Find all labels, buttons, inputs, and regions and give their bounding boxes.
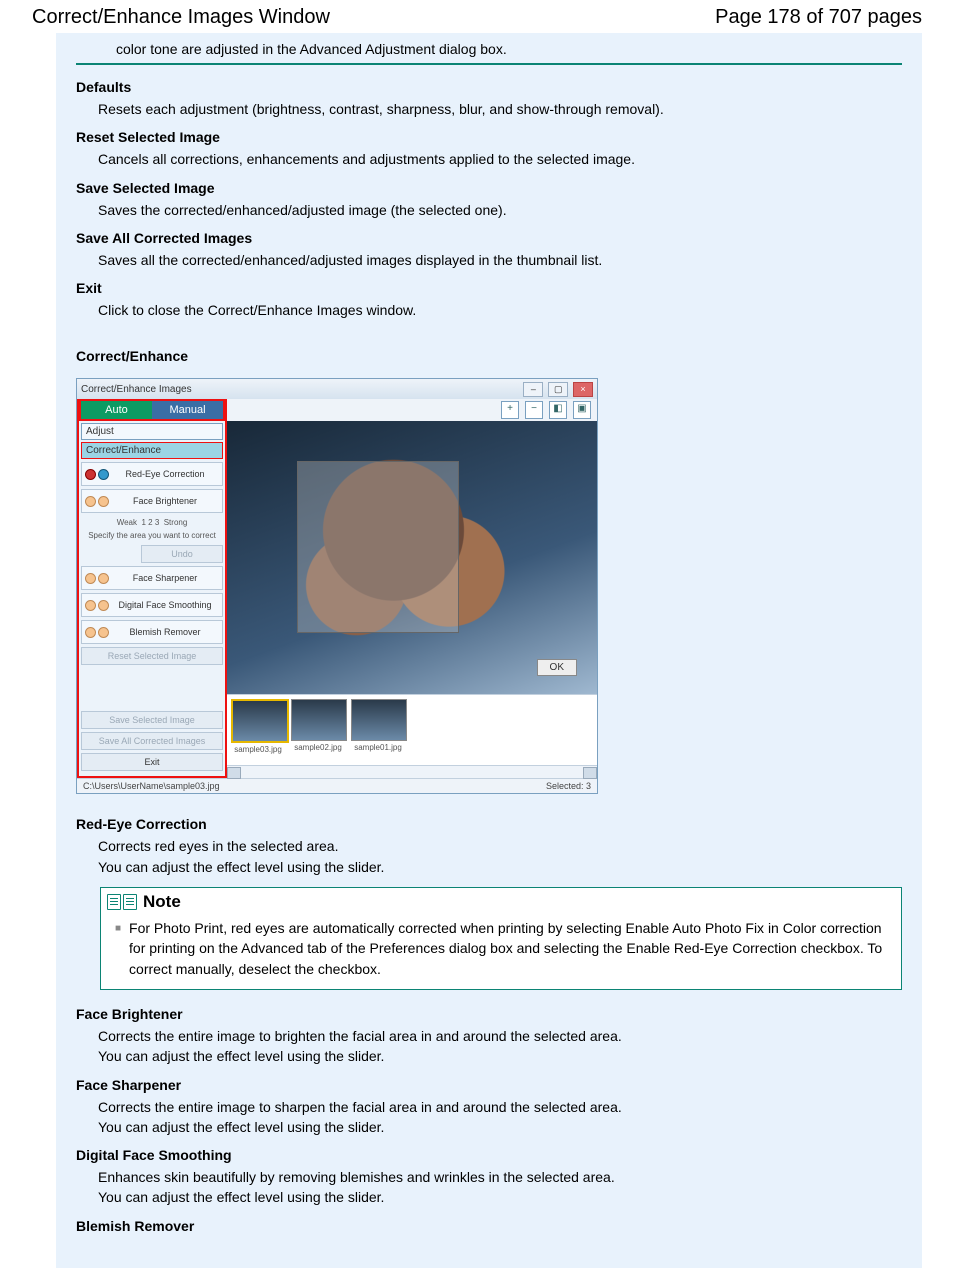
tool-blemish-remover[interactable]: Blemish Remover — [81, 620, 223, 644]
tool-red-eye-label: Red-Eye Correction — [111, 469, 219, 479]
effect-slider[interactable]: Weak 1 2 3 Strong — [81, 516, 223, 529]
subtab-correct-enhance[interactable]: Correct/Enhance — [81, 442, 223, 459]
tool-red-eye[interactable]: Red-Eye Correction — [81, 462, 223, 486]
status-selected-count: Selected: 3 — [546, 781, 591, 791]
page-title: Correct/Enhance Images Window — [32, 6, 330, 29]
correct-enhance-heading: Correct/Enhance — [76, 348, 902, 364]
term-save-all: Save All Corrected Images — [76, 230, 902, 246]
tool-face-smoothing-label: Digital Face Smoothing — [111, 600, 219, 610]
slider-weak-label: Weak — [117, 518, 137, 527]
tool-face-brightener[interactable]: Face Brightener — [81, 489, 223, 513]
desc-face-brightener: Corrects the entire image to brighten th… — [98, 1026, 902, 1067]
face-sharpener-icon — [85, 573, 111, 584]
reset-selected-button[interactable]: Reset Selected Image — [81, 647, 223, 665]
desc-save-selected: Saves the corrected/enhanced/adjusted im… — [98, 200, 902, 220]
window-buttons: – ▢ × — [521, 382, 593, 397]
bullet-icon: ■ — [115, 922, 121, 979]
save-all-button[interactable]: Save All Corrected Images — [81, 732, 223, 750]
term-save-selected: Save Selected Image — [76, 180, 902, 196]
desc-defaults: Resets each adjustment (brightness, cont… — [98, 99, 902, 119]
note-text: For Photo Print, red eyes are automatica… — [129, 918, 889, 979]
tab-auto[interactable]: Auto — [81, 401, 152, 419]
thumbnail-caption: sample02.jpg — [291, 743, 345, 752]
app-screenshot: Correct/Enhance Images – ▢ × Auto Manual… — [76, 378, 598, 794]
compare-icon[interactable]: ◧ — [549, 401, 567, 419]
term-reset: Reset Selected Image — [76, 129, 902, 145]
maximize-icon[interactable]: ▢ — [548, 382, 568, 397]
face-brightener-icon — [85, 496, 111, 507]
red-eye-icon — [85, 469, 111, 480]
term-digital-face-smoothing: Digital Face Smoothing — [76, 1147, 902, 1163]
save-selected-button[interactable]: Save Selected Image — [81, 711, 223, 729]
thumbnail[interactable]: sample01.jpg — [351, 699, 405, 752]
tool-blemish-remover-label: Blemish Remover — [111, 627, 219, 637]
desc-digital-face-smoothing: Enhances skin beautifully by removing bl… — [98, 1167, 902, 1208]
horizontal-scrollbar[interactable] — [227, 765, 597, 778]
app-window-title: Correct/Enhance Images — [81, 384, 192, 395]
face-smoothing-icon — [85, 600, 111, 611]
selection-rectangle[interactable] — [297, 461, 459, 633]
status-path: C:\Users\UserName\sample03.jpg — [83, 781, 220, 791]
tool-face-sharpener-label: Face Sharpener — [111, 573, 219, 583]
exit-button[interactable]: Exit — [81, 753, 223, 771]
desc-face-sharpener: Corrects the entire image to sharpen the… — [98, 1097, 902, 1138]
tool-face-brightener-label: Face Brightener — [111, 496, 219, 506]
slider-hint: Specify the area you want to correct — [81, 529, 223, 542]
subtab-adjust[interactable]: Adjust — [81, 423, 223, 440]
thumbnail-caption: sample01.jpg — [351, 743, 405, 752]
thumbnail-caption: sample03.jpg — [231, 745, 285, 754]
note-icon — [107, 894, 137, 910]
thumbnail[interactable]: sample02.jpg — [291, 699, 345, 752]
term-red-eye-correction: Red-Eye Correction — [76, 816, 902, 832]
thumbnail[interactable]: sample03.jpg — [231, 699, 285, 754]
term-exit: Exit — [76, 280, 902, 296]
undo-button[interactable]: Undo — [141, 545, 223, 563]
zoom-in-icon[interactable]: + — [501, 401, 519, 419]
note-label: Note — [143, 892, 181, 912]
desc-exit: Click to close the Correct/Enhance Image… — [98, 300, 902, 320]
tool-face-sharpener[interactable]: Face Sharpener — [81, 566, 223, 590]
minimize-icon[interactable]: – — [523, 382, 543, 397]
desc-save-all: Saves all the corrected/enhanced/adjuste… — [98, 250, 902, 270]
fit-icon[interactable]: ▣ — [573, 401, 591, 419]
preview-image[interactable]: OK — [227, 421, 597, 694]
section-divider — [76, 63, 902, 65]
tool-face-smoothing[interactable]: Digital Face Smoothing — [81, 593, 223, 617]
term-defaults: Defaults — [76, 79, 902, 95]
tab-manual[interactable]: Manual — [152, 401, 223, 419]
trailing-fragment: color tone are adjusted in the Advanced … — [76, 41, 902, 63]
term-blemish-remover: Blemish Remover — [76, 1218, 902, 1234]
zoom-out-icon[interactable]: − — [525, 401, 543, 419]
desc-red-eye-correction: Corrects red eyes in the selected area. … — [98, 836, 902, 877]
page-indicator: Page 178 of 707 pages — [715, 6, 922, 29]
slider-strong-label: Strong — [164, 518, 188, 527]
note-callout: Note ■For Photo Print, red eyes are auto… — [100, 887, 902, 990]
term-face-brightener: Face Brightener — [76, 1006, 902, 1022]
desc-reset: Cancels all corrections, enhancements an… — [98, 149, 902, 169]
thumbnail-strip: sample03.jpg sample02.jpg sample01.jpg — [227, 694, 597, 765]
blemish-remover-icon — [85, 627, 111, 638]
close-icon[interactable]: × — [573, 382, 593, 397]
slider-marks: 1 2 3 — [141, 518, 159, 527]
ok-button[interactable]: OK — [537, 659, 577, 676]
term-face-sharpener: Face Sharpener — [76, 1077, 902, 1093]
